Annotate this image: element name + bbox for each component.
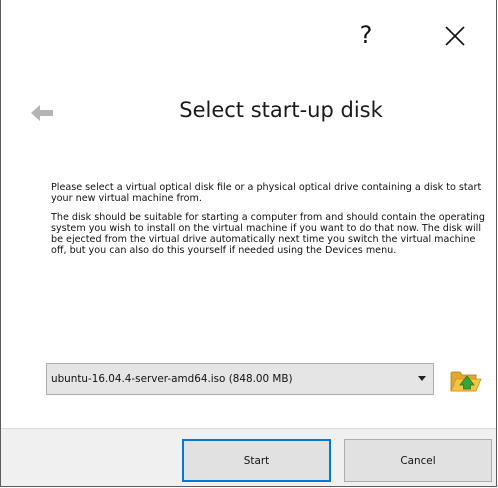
- disk-select-dropdown[interactable]: ubuntu-16.04.4-server-amd64.iso (848.00 …: [46, 363, 434, 395]
- intro-paragraph: Please select a virtual optical disk fil…: [51, 182, 482, 204]
- close-button[interactable]: [435, 16, 475, 56]
- disk-select-value: ubuntu-16.04.4-server-amd64.iso (848.00 …: [51, 373, 293, 385]
- chevron-down-icon: [418, 376, 426, 381]
- wizard-dialog: ? Select start-up disk Please select a v…: [0, 0, 497, 487]
- button-bar: Start Cancel: [1, 428, 496, 486]
- start-button-label: Start: [243, 454, 270, 467]
- browse-disk-button[interactable]: [448, 364, 482, 396]
- back-button[interactable]: [29, 100, 59, 126]
- cancel-button-label: Cancel: [400, 454, 436, 467]
- details-paragraph: The disk should be suitable for starting…: [51, 212, 485, 256]
- close-icon: [445, 26, 465, 46]
- cancel-button[interactable]: Cancel: [344, 439, 492, 482]
- start-button[interactable]: Start: [182, 439, 331, 482]
- folder-open-icon: [450, 371, 482, 392]
- page-title: Select start-up disk: [179, 98, 383, 122]
- help-label: ?: [359, 21, 373, 49]
- help-button[interactable]: ?: [346, 10, 386, 60]
- back-arrow-icon: [31, 105, 53, 121]
